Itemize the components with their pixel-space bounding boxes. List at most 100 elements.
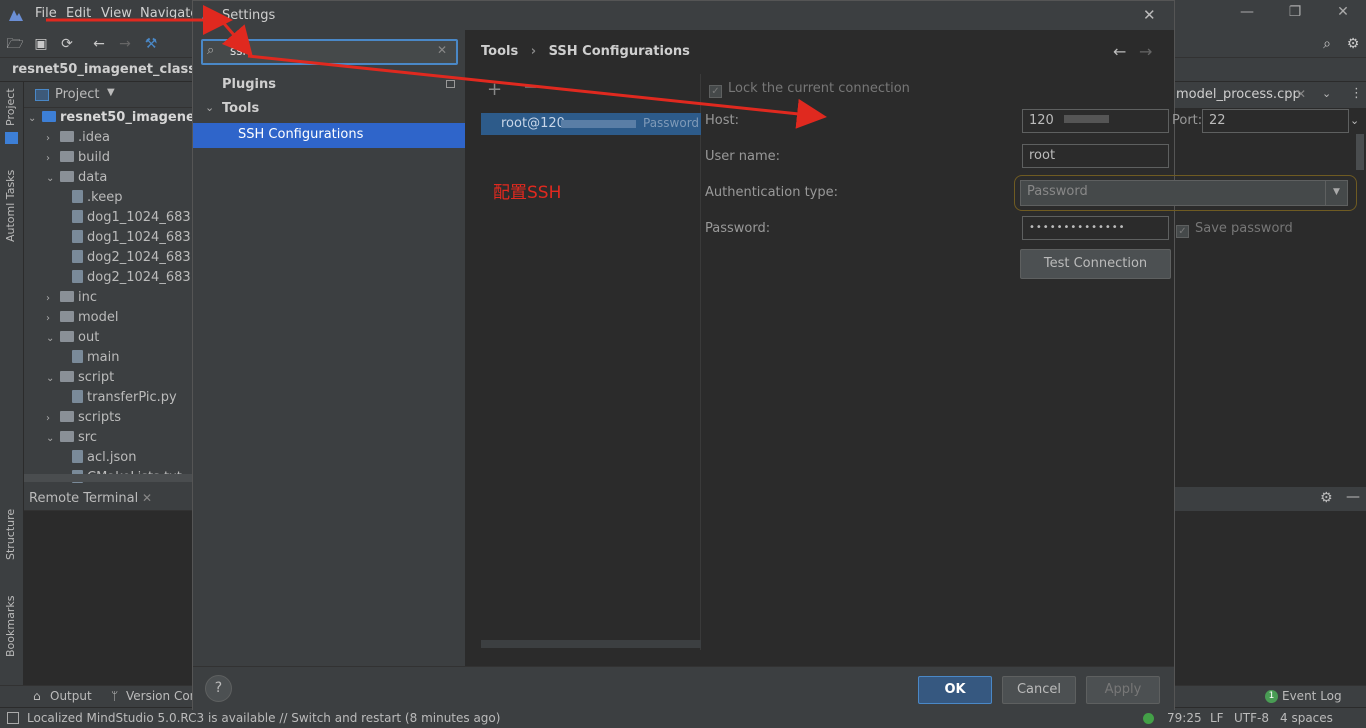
side-tab-automl[interactable]: Automl Tasks — [4, 170, 17, 242]
chevron-down-icon[interactable]: ⌄ — [46, 329, 60, 349]
status-toggle-icon[interactable] — [7, 712, 19, 724]
tree-item[interactable]: main — [72, 348, 119, 368]
add-icon[interactable]: + — [487, 79, 502, 100]
tree-item[interactable]: ⌄ script — [46, 368, 114, 388]
tree-item[interactable]: acl.json — [72, 448, 136, 468]
close-tab-icon[interactable]: ✕ — [142, 491, 152, 505]
build-hammer-icon[interactable]: ⚒ — [140, 33, 162, 55]
close-tab-icon[interactable]: ✕ — [1296, 87, 1306, 101]
chevron-down-icon[interactable]: ▼ — [107, 87, 115, 98]
chevron-right-icon[interactable]: › — [46, 309, 60, 329]
tree-item[interactable]: .keep — [72, 188, 122, 208]
settings-search[interactable]: ⌕ ssh ✕ — [201, 39, 458, 65]
tree-item[interactable]: › model — [46, 308, 118, 328]
search-input[interactable]: ssh — [230, 44, 250, 58]
apply-button[interactable]: Apply — [1086, 676, 1160, 704]
list-scrollbar[interactable] — [481, 640, 701, 648]
chevron-right-icon[interactable]: › — [46, 289, 60, 309]
tree-item[interactable]: ⌄ src — [46, 428, 97, 448]
tree-item[interactable]: › inc — [46, 288, 97, 308]
bottom-tab-event-log[interactable]: Event Log — [1282, 689, 1342, 703]
redacted-block — [1063, 115, 1109, 123]
chevron-right-icon[interactable]: › — [46, 149, 60, 169]
tree-item[interactable]: › .idea — [46, 128, 110, 148]
status-message[interactable]: Localized MindStudio 5.0.RC3 is availabl… — [27, 711, 500, 725]
menu-edit[interactable]: Edit — [66, 6, 91, 21]
save-all-icon[interactable]: ▣ — [30, 33, 52, 55]
ssh-list-item[interactable]: root@120. Password — [481, 113, 701, 135]
tree-item[interactable]: ⌄ resnet50_imagenet_c — [28, 108, 194, 128]
tree-item[interactable]: ⌄ out — [46, 328, 99, 348]
tree-item[interactable]: ⌄ data — [46, 168, 107, 188]
menu-navigate[interactable]: Navigate — [140, 6, 198, 21]
save-password-checkbox[interactable]: ✓ Save password — [1176, 221, 1293, 238]
ok-button[interactable]: OK — [918, 676, 992, 704]
clear-search-icon[interactable]: ✕ — [437, 43, 447, 57]
password-field[interactable]: •••••••••••••• — [1022, 216, 1169, 240]
menu-view[interactable]: View — [101, 6, 132, 21]
port-field[interactable]: 22 — [1202, 109, 1349, 133]
chevron-right-icon[interactable]: › — [46, 129, 60, 149]
status-encoding[interactable]: UTF-8 — [1234, 711, 1269, 725]
restore-icon[interactable]: ❐ — [1280, 4, 1310, 24]
back-icon[interactable]: ← — [1113, 42, 1126, 61]
remove-icon[interactable]: − — [523, 77, 538, 98]
test-connection-button[interactable]: Test Connection — [1020, 249, 1171, 279]
search-everywhere-icon[interactable]: ⌕ — [1316, 33, 1338, 55]
sync-icon[interactable]: ⟳ — [56, 33, 78, 55]
status-caret-position[interactable]: 79:25 — [1167, 711, 1202, 725]
tree-item[interactable]: dog1_1024_683 — [72, 208, 191, 228]
tree-item[interactable]: › scripts — [46, 408, 121, 428]
status-indent[interactable]: 4 spaces — [1280, 711, 1333, 725]
status-line-separator[interactable]: LF — [1210, 711, 1224, 725]
username-field[interactable]: root — [1022, 144, 1169, 168]
auth-type-select[interactable]: Password ▼ — [1020, 180, 1348, 206]
forward-icon[interactable]: → — [114, 33, 136, 55]
tree-item[interactable]: dog1_1024_683 — [72, 228, 191, 248]
tree-scrollbar[interactable] — [24, 474, 194, 482]
tree-item-label: dog1_1024_683 — [87, 230, 191, 245]
host-field[interactable]: 120 — [1022, 109, 1169, 133]
tree-item[interactable]: dog2_1024_683 — [72, 268, 191, 288]
remote-terminal-title[interactable]: Remote Terminal — [29, 491, 138, 506]
side-tab-structure[interactable]: Structure — [4, 509, 17, 560]
tab-list-chevron-icon[interactable]: ⌄ — [1322, 87, 1331, 100]
project-panel-title[interactable]: Project — [55, 87, 99, 102]
close-window-icon[interactable]: ✕ — [1328, 4, 1358, 24]
tree-item[interactable]: › build — [46, 148, 110, 168]
nav-item-tools[interactable]: ⌄ Tools — [193, 98, 465, 120]
chevron-down-icon[interactable]: ⌄ — [28, 109, 42, 129]
editor-tab-model-process[interactable]: model_process.cpp — [1176, 87, 1301, 102]
file-icon — [72, 210, 83, 223]
bottom-tab-version-control[interactable]: Version Cont — [126, 689, 202, 703]
breadcrumb-tools[interactable]: Tools — [481, 44, 518, 59]
tree-item[interactable]: transferPic.py — [72, 388, 177, 408]
editor-scrollbar[interactable] — [1356, 134, 1364, 170]
minimize-icon[interactable]: — — [1232, 4, 1262, 24]
cancel-button[interactable]: Cancel — [1002, 676, 1076, 704]
chevron-down-icon[interactable]: ⌄ — [46, 429, 60, 449]
chevron-right-icon[interactable]: › — [46, 409, 60, 429]
chevron-down-icon[interactable]: ⌄ — [46, 169, 60, 189]
lock-connection-checkbox[interactable]: ✓ Lock the current connection — [709, 81, 910, 98]
hide-panel-icon[interactable]: — — [1346, 489, 1360, 505]
nav-item-plugins[interactable]: Plugins — [193, 74, 465, 96]
more-options-icon[interactable]: ⋮ — [1350, 86, 1363, 101]
tree-item[interactable]: dog2_1024_683 — [72, 248, 191, 268]
file-icon — [72, 390, 83, 403]
back-icon[interactable]: ← — [88, 33, 110, 55]
side-tab-project[interactable]: Project — [4, 88, 17, 126]
bottom-tab-output[interactable]: Output — [50, 689, 92, 703]
dialog-close-icon[interactable]: ✕ — [1143, 6, 1156, 24]
forward-icon[interactable]: → — [1139, 42, 1152, 61]
menu-file[interactable]: File — [35, 6, 57, 21]
tree-item-label: out — [78, 330, 100, 345]
inspection-down-icon[interactable]: ⌄ — [1350, 114, 1359, 127]
gear-icon[interactable]: ⚙ — [1320, 490, 1333, 506]
help-button[interactable]: ? — [205, 675, 232, 702]
ide-settings-icon[interactable]: ⚙ — [1342, 33, 1364, 55]
chevron-down-icon[interactable]: ⌄ — [46, 369, 60, 389]
side-tab-bookmarks[interactable]: Bookmarks — [4, 596, 17, 657]
nav-item-ssh-configurations[interactable]: SSH Configurations — [193, 123, 465, 148]
open-folder-icon[interactable]: 🗁 — [4, 33, 26, 55]
